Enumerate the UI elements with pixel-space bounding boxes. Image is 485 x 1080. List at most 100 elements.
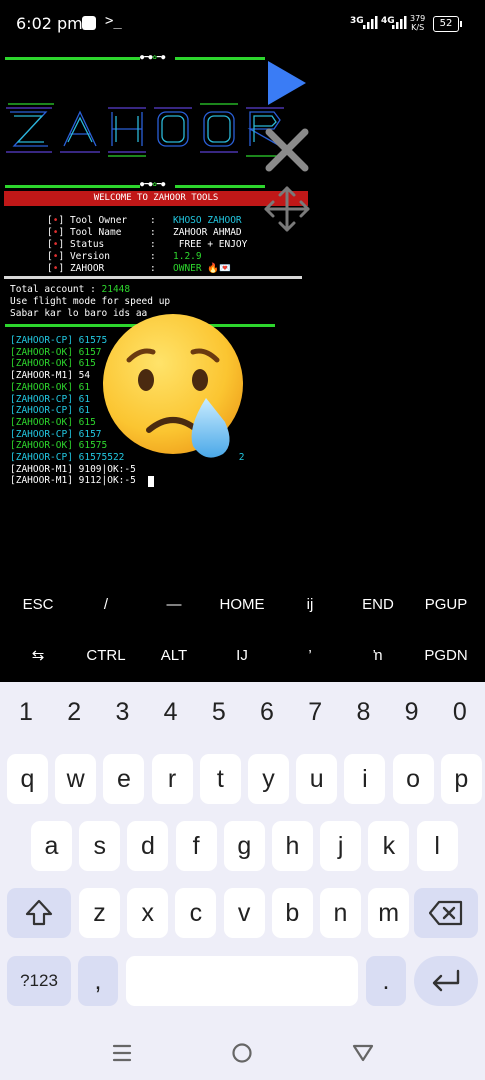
log-line: [ZAHOOR-CP] 61 bbox=[10, 405, 91, 417]
divider-ornament: ●━●✿━● bbox=[140, 53, 166, 61]
recents-icon[interactable] bbox=[112, 1044, 132, 1062]
backspace-key[interactable] bbox=[414, 888, 478, 938]
enter-icon bbox=[432, 969, 460, 992]
key-dash[interactable]: — bbox=[136, 580, 212, 630]
key-y[interactable]: y bbox=[248, 754, 289, 804]
info-row-tool-owner: [•] Tool Owner bbox=[47, 215, 128, 226]
key-3[interactable]: 3 bbox=[98, 694, 146, 730]
key-1[interactable]: 1 bbox=[2, 694, 50, 730]
key-4[interactable]: 4 bbox=[147, 694, 195, 730]
key-k[interactable]: k bbox=[368, 821, 410, 871]
key-end[interactable]: END bbox=[340, 580, 416, 630]
info-colon: : bbox=[150, 263, 156, 274]
info-value: ZAHOOR AHMAD bbox=[173, 227, 242, 238]
divider-line bbox=[5, 185, 140, 188]
status-bar: 6:02 pm >_ 3G 4G 379 K/S 52 bbox=[0, 0, 485, 48]
key-5[interactable]: 5 bbox=[195, 694, 243, 730]
key-6[interactable]: 6 bbox=[243, 694, 291, 730]
divider-line bbox=[5, 57, 140, 60]
key-g[interactable]: g bbox=[223, 821, 265, 871]
key-slash[interactable]: / bbox=[68, 580, 144, 630]
info-value: OWNER 🔥💌 bbox=[173, 263, 231, 274]
key-ij-upper[interactable]: IJ bbox=[204, 631, 280, 681]
key-u[interactable]: u bbox=[296, 754, 338, 804]
key-s[interactable]: s bbox=[79, 821, 121, 871]
symbols-key[interactable]: ?123 bbox=[7, 956, 71, 1006]
key-0[interactable]: 0 bbox=[436, 694, 484, 730]
info-value: 1.2.9 bbox=[173, 251, 202, 262]
key-p[interactable]: p bbox=[440, 754, 482, 804]
terminal-notification-icon: >_ bbox=[105, 13, 122, 29]
key-c[interactable]: c bbox=[175, 888, 217, 938]
key-8[interactable]: 8 bbox=[339, 694, 387, 730]
navigation-bar bbox=[0, 1014, 485, 1080]
info-label: Tool Name bbox=[69, 227, 122, 238]
key-n[interactable]: n bbox=[320, 888, 361, 938]
key-ctrl[interactable]: CTRL bbox=[68, 631, 144, 681]
enter-key[interactable] bbox=[414, 956, 478, 1006]
key-f[interactable]: f bbox=[175, 821, 217, 871]
log-line: [ZAHOOR-CP] 61575 bbox=[10, 335, 108, 346]
key-tab[interactable]: ⇆ bbox=[0, 631, 76, 681]
key-a[interactable]: a bbox=[31, 821, 72, 871]
info-colon: : bbox=[150, 239, 156, 250]
backspace-icon bbox=[428, 900, 463, 926]
key-x[interactable]: x bbox=[127, 888, 169, 938]
key-j[interactable]: j bbox=[320, 821, 362, 871]
back-icon[interactable] bbox=[352, 1043, 374, 1063]
log-line: [ZAHOOR-M1] 54 bbox=[10, 370, 91, 382]
info-label: ZAHOOR bbox=[69, 263, 105, 274]
log-line: [ZAHOOR-OK] 61 bbox=[10, 381, 91, 393]
play-icon[interactable] bbox=[262, 58, 310, 108]
key-h[interactable]: h bbox=[272, 821, 313, 871]
home-icon[interactable] bbox=[231, 1042, 253, 1064]
terminal-extra-keys: ESC / — HOME ij END PGUP ⇆ CTRL ALT IJ ’… bbox=[0, 580, 485, 682]
key-esc[interactable]: ESC bbox=[0, 580, 76, 630]
key-v[interactable]: v bbox=[223, 888, 265, 938]
log-line: [ZAHOOR-OK] 615 bbox=[10, 416, 96, 428]
info-row-status: [•] Status bbox=[47, 239, 105, 250]
info-label: Version bbox=[69, 251, 110, 262]
space-key[interactable] bbox=[126, 956, 358, 1006]
key-r[interactable]: r bbox=[151, 754, 193, 804]
key-z[interactable]: z bbox=[79, 888, 120, 938]
key-t[interactable]: t bbox=[199, 754, 241, 804]
key-apostrophe[interactable]: ’ bbox=[272, 631, 348, 681]
close-icon[interactable] bbox=[263, 126, 311, 174]
key-n-apostrophe[interactable]: ŉ bbox=[340, 631, 416, 681]
key-d[interactable]: d bbox=[127, 821, 169, 871]
network-speed-value: 379 bbox=[410, 14, 426, 23]
log-line: [ZAHOOR-OK] 6157 bbox=[10, 346, 102, 358]
status-time: 6:02 pm bbox=[16, 14, 83, 33]
key-2[interactable]: 2 bbox=[50, 694, 98, 730]
network-speed-unit: K/S bbox=[411, 23, 425, 32]
key-e[interactable]: e bbox=[103, 754, 145, 804]
key-w[interactable]: w bbox=[55, 754, 97, 804]
shift-key[interactable] bbox=[7, 888, 71, 938]
divider-line bbox=[175, 185, 265, 188]
period-key[interactable]: . bbox=[366, 956, 406, 1006]
shift-icon bbox=[25, 899, 53, 926]
key-b[interactable]: b bbox=[271, 888, 313, 938]
key-o[interactable]: o bbox=[392, 754, 434, 804]
key-pgdn[interactable]: PGDN bbox=[408, 631, 484, 681]
key-i[interactable]: i bbox=[344, 754, 386, 804]
comma-key[interactable]: , bbox=[78, 956, 118, 1006]
key-home[interactable]: HOME bbox=[204, 580, 280, 630]
key-m[interactable]: m bbox=[368, 888, 410, 938]
key-q[interactable]: q bbox=[7, 754, 48, 804]
key-pgup[interactable]: PGUP bbox=[408, 580, 484, 630]
signal-icon bbox=[363, 16, 378, 29]
key-7[interactable]: 7 bbox=[291, 694, 339, 730]
key-ij[interactable]: ij bbox=[272, 580, 348, 630]
soft-keyboard: 1234567890 qwertyuiop asdfghjkl zxcvbnm … bbox=[0, 682, 485, 1014]
battery-icon: 52 bbox=[433, 16, 462, 32]
info-value: KHOSO ZAHOOR bbox=[173, 215, 242, 226]
info-colon: : bbox=[150, 251, 156, 262]
key-l[interactable]: l bbox=[416, 821, 458, 871]
key-alt[interactable]: ALT bbox=[136, 631, 212, 681]
info-label: Status bbox=[69, 239, 105, 250]
key-9[interactable]: 9 bbox=[388, 694, 436, 730]
move-icon[interactable] bbox=[263, 184, 311, 234]
log-line: [ZAHOOR-OK] 615 bbox=[10, 358, 96, 370]
